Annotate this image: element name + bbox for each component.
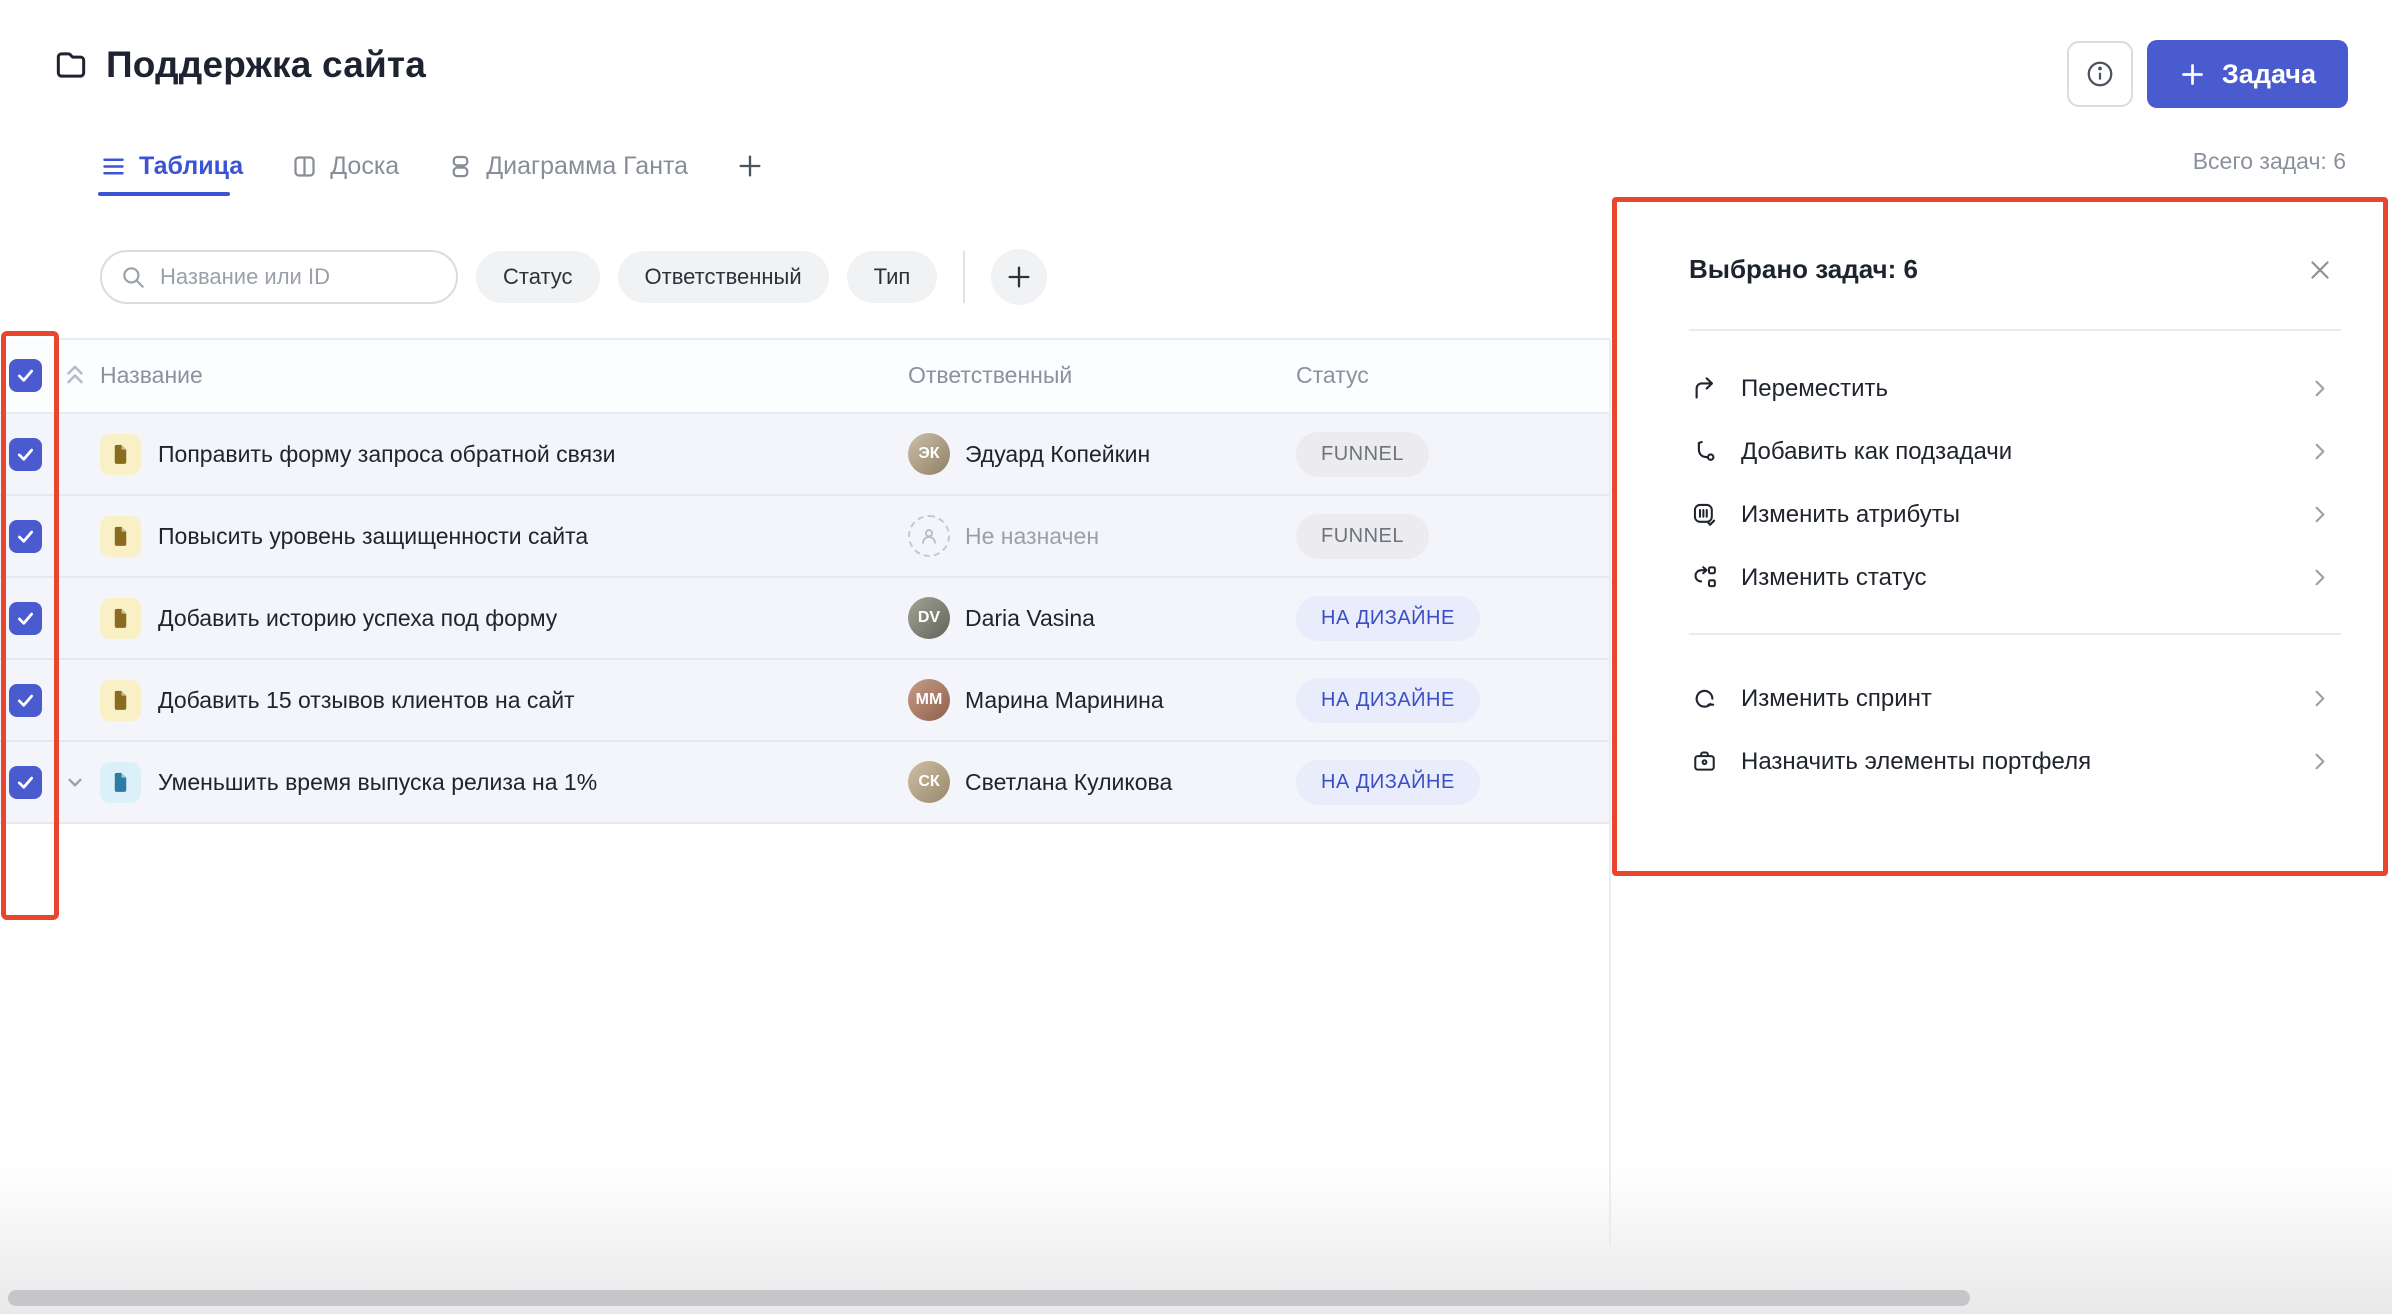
add-task-button[interactable]: Задача (2147, 40, 2348, 108)
row-checkbox[interactable] (9, 766, 42, 799)
chevron-right-icon (2308, 503, 2331, 526)
bulk-actions-panel: Выбрано задач: 6 Переместить Добавить ка… (1612, 197, 2388, 876)
assignee-name: Не назначен (965, 523, 1099, 550)
page-header: Поддержка сайта (52, 44, 426, 86)
column-header-name[interactable]: Название (100, 362, 203, 389)
table-icon (100, 153, 127, 180)
table-row[interactable]: Добавить 15 отзывов клиентов на сайт ММ … (0, 660, 1610, 742)
assignee-name: Марина Маринина (965, 687, 1164, 714)
chevron-right-icon (2308, 687, 2331, 710)
task-title: Добавить 15 отзывов клиентов на сайт (158, 687, 575, 714)
table-row[interactable]: Поправить форму запроса обратной связи Э… (0, 414, 1610, 496)
assignee-name: Daria Vasina (965, 605, 1095, 632)
panel-menu-item[interactable]: Изменить спринт (1617, 667, 2383, 730)
row-checkbox[interactable] (9, 602, 42, 635)
task-type-icon (100, 516, 141, 557)
panel-menu-item[interactable]: Переместить (1617, 357, 2383, 420)
task-type-icon (100, 598, 141, 639)
total-tasks-label: Всего задач: 6 (2193, 148, 2346, 175)
board-icon (291, 153, 318, 180)
row-checkbox[interactable] (9, 520, 42, 553)
panel-title: Выбрано задач: 6 (1689, 254, 1918, 285)
content-divider (1609, 340, 1611, 1245)
avatar: ЭК (908, 433, 950, 475)
table-row[interactable]: Уменьшить время выпуска релиза на 1% СК … (0, 742, 1610, 824)
chevron-right-icon (2308, 566, 2331, 589)
filter-chip-assignee[interactable]: Ответственный (618, 251, 829, 303)
table-row[interactable]: Добавить историю успеха под форму DV Dar… (0, 578, 1610, 660)
tab-board[interactable]: Доска (291, 152, 399, 181)
panel-menu-item[interactable]: Изменить статус (1617, 546, 2383, 609)
plus-icon (736, 152, 764, 180)
plus-icon (1005, 263, 1033, 291)
add-filter-button[interactable] (991, 249, 1047, 305)
folder-icon (52, 46, 90, 84)
table-body: Поправить форму запроса обратной связи Э… (0, 414, 1610, 824)
filter-chip-type[interactable]: Тип (847, 251, 938, 303)
task-title: Повысить уровень защищенности сайта (158, 523, 588, 550)
table-header: Название Ответственный Статус (0, 338, 1610, 414)
search-icon (120, 264, 146, 290)
unassigned-avatar-icon (908, 515, 950, 557)
task-type-icon (100, 680, 141, 721)
page-title: Поддержка сайта (106, 44, 426, 86)
column-header-assignee[interactable]: Ответственный (908, 362, 1072, 389)
close-icon[interactable] (2307, 257, 2333, 283)
task-type-icon (100, 434, 141, 475)
info-button[interactable] (2067, 41, 2133, 107)
search-input[interactable] (158, 263, 402, 291)
filter-chip-status[interactable]: Статус (476, 251, 600, 303)
chevron-right-icon (2308, 440, 2331, 463)
column-header-status[interactable]: Статус (1296, 362, 1369, 389)
row-checkbox[interactable] (9, 684, 42, 717)
status-badge[interactable]: НА ДИЗАЙНЕ (1296, 678, 1480, 723)
filter-divider (963, 251, 965, 303)
subtask-icon (1689, 438, 1719, 465)
gantt-icon (447, 153, 474, 180)
sort-icon[interactable] (62, 362, 88, 388)
assignee-name: Светлана Куликова (965, 769, 1172, 796)
chevron-right-icon (2308, 750, 2331, 773)
task-title: Уменьшить время выпуска релиза на 1% (158, 769, 597, 796)
avatar: ММ (908, 679, 950, 721)
status-badge[interactable]: НА ДИЗАЙНЕ (1296, 760, 1480, 805)
table-row[interactable]: Повысить уровень защищенности сайта Не н… (0, 496, 1610, 578)
plus-icon (2179, 61, 2206, 88)
active-tab-underline (98, 192, 230, 196)
status-badge[interactable]: FUNNEL (1296, 514, 1429, 559)
panel-menu-item[interactable]: Изменить атрибуты (1617, 483, 2383, 546)
task-table: Название Ответственный Статус Поправить … (0, 338, 1610, 824)
panel-menu-item[interactable]: Добавить как подзадачи (1617, 420, 2383, 483)
view-tabs: Таблица Доска Диаграмма Ганта (100, 138, 764, 194)
task-title: Поправить форму запроса обратной связи (158, 441, 615, 468)
task-type-icon (100, 762, 141, 803)
filter-bar: Статус Ответственный Тип (100, 250, 1047, 304)
select-all-checkbox[interactable] (9, 359, 42, 392)
tab-table[interactable]: Таблица (100, 152, 243, 181)
panel-menu-item[interactable]: Назначить элементы портфеля (1617, 730, 2383, 793)
app-root: Поддержка сайта Задача Таблица Доска (0, 0, 2392, 1314)
tab-gantt[interactable]: Диаграмма Ганта (447, 152, 688, 181)
status-icon (1689, 564, 1719, 591)
add-view-button[interactable] (736, 152, 764, 180)
chevron-down-icon[interactable] (62, 769, 88, 795)
portfolio-icon (1689, 748, 1719, 775)
add-task-label: Задача (2222, 59, 2316, 90)
attributes-icon (1689, 501, 1719, 528)
row-checkbox[interactable] (9, 438, 42, 471)
task-title: Добавить историю успеха под форму (158, 605, 557, 632)
move-icon (1689, 375, 1719, 402)
sprint-icon (1689, 685, 1719, 712)
avatar: СК (908, 761, 950, 803)
info-icon (2085, 59, 2115, 89)
search-box[interactable] (100, 250, 458, 304)
chevron-right-icon (2308, 377, 2331, 400)
status-badge[interactable]: НА ДИЗАЙНЕ (1296, 596, 1480, 641)
avatar: DV (908, 597, 950, 639)
assignee-name: Эдуард Копейкин (965, 441, 1150, 468)
horizontal-scrollbar[interactable] (8, 1290, 1970, 1306)
status-badge[interactable]: FUNNEL (1296, 432, 1429, 477)
